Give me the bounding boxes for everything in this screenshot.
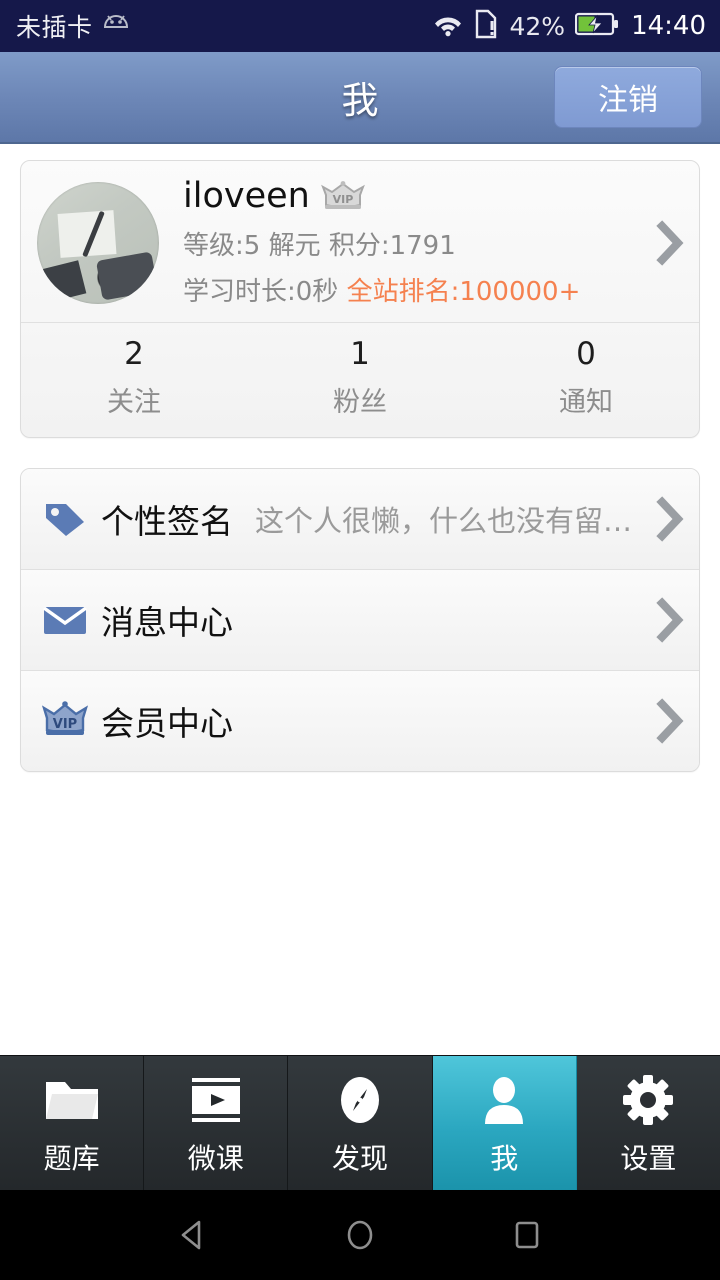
tab-label: 微课 bbox=[187, 1142, 244, 1175]
chevron-right-icon bbox=[655, 698, 685, 744]
menu-item-label: 个性签名 bbox=[101, 501, 233, 541]
page-title: 我 bbox=[341, 79, 379, 122]
tab-me[interactable]: 我 bbox=[432, 1056, 577, 1190]
user-avatar[interactable] bbox=[37, 181, 159, 304]
stat-value: 2 bbox=[124, 336, 144, 373]
envelope-icon bbox=[41, 603, 89, 637]
stat-following[interactable]: 2 关注 bbox=[21, 335, 247, 419]
study-time-label: 学习时长:0秒 bbox=[183, 277, 339, 308]
stat-fans[interactable]: 1 粉丝 bbox=[247, 335, 473, 419]
sim-card-alert-icon bbox=[475, 9, 499, 43]
battery-percent-label: 42% bbox=[509, 11, 566, 41]
recents-square-icon[interactable] bbox=[497, 1205, 557, 1265]
folder-icon bbox=[43, 1069, 101, 1131]
tab-settings[interactable]: 设置 bbox=[577, 1056, 720, 1190]
menu-card: 个性签名 这个人很懒，什么也没有留… 消息中心 VIP 会员中心 bbox=[20, 467, 700, 772]
tab-label: 题库 bbox=[43, 1142, 100, 1175]
tab-label: 发现 bbox=[332, 1142, 389, 1175]
video-icon bbox=[187, 1069, 245, 1131]
gear-icon bbox=[619, 1069, 677, 1131]
compass-icon bbox=[331, 1069, 389, 1131]
stat-label: 通知 bbox=[559, 386, 613, 418]
stat-value: 0 bbox=[576, 336, 596, 373]
stat-label: 粉丝 bbox=[333, 386, 387, 418]
chevron-right-icon bbox=[655, 219, 685, 266]
chevron-right-icon bbox=[655, 496, 685, 542]
profile-study-rank: 学习时长:0秒 全站排名:100000+ bbox=[183, 271, 645, 308]
status-bar-right: 42% 14:40 bbox=[431, 9, 706, 43]
chevron-right-icon bbox=[655, 597, 685, 643]
android-robot-icon bbox=[101, 13, 131, 39]
stats-row: 2 关注 1 粉丝 0 通知 bbox=[21, 323, 699, 437]
menu-item-label: 消息中心 bbox=[101, 602, 233, 642]
tab-label: 设置 bbox=[620, 1142, 677, 1175]
carrier-label: 未插卡 bbox=[16, 13, 93, 42]
tab-question-bank[interactable]: 题库 bbox=[0, 1056, 145, 1190]
main-content: iloveen VIP 等级:5 解元 积分:1791 学习时长:0秒 全站排名… bbox=[0, 144, 720, 772]
tab-discover[interactable]: 发现 bbox=[288, 1056, 433, 1190]
app-header: 我 注销 bbox=[0, 52, 720, 144]
vip-crown-badge-gray-icon: VIP bbox=[320, 180, 366, 213]
android-navigation-bar bbox=[0, 1190, 720, 1280]
username-row: iloveen VIP bbox=[183, 176, 645, 216]
username-label: iloveen bbox=[183, 176, 310, 216]
menu-item-member-center[interactable]: VIP 会员中心 bbox=[21, 670, 699, 771]
site-rank-label: 全站排名:100000+ bbox=[346, 277, 581, 308]
stat-value: 1 bbox=[350, 336, 370, 373]
menu-item-message-center[interactable]: 消息中心 bbox=[21, 569, 699, 670]
profile-level-points: 等级:5 解元 积分:1791 bbox=[183, 231, 456, 262]
svg-text:VIP: VIP bbox=[332, 193, 353, 206]
logout-button[interactable]: 注销 bbox=[554, 66, 702, 128]
back-triangle-icon[interactable] bbox=[163, 1205, 223, 1265]
person-icon bbox=[475, 1069, 533, 1131]
vip-crown-icon: VIP bbox=[41, 701, 89, 741]
profile-info: iloveen VIP 等级:5 解元 积分:1791 学习时长:0秒 全站排名… bbox=[183, 176, 645, 308]
wifi-icon bbox=[431, 10, 465, 42]
stat-notifications[interactable]: 0 通知 bbox=[473, 335, 699, 419]
svg-text:VIP: VIP bbox=[53, 717, 77, 732]
menu-item-value: 这个人很懒，什么也没有留… bbox=[255, 503, 633, 538]
stat-label: 关注 bbox=[107, 386, 161, 418]
bottom-tab-bar: 题库 微课 发现 我 设置 bbox=[0, 1055, 720, 1190]
status-bar-left: 未插卡 bbox=[16, 8, 131, 44]
profile-row[interactable]: iloveen VIP 等级:5 解元 积分:1791 学习时长:0秒 全站排名… bbox=[21, 161, 699, 322]
clock-label: 14:40 bbox=[631, 11, 706, 41]
home-circle-icon[interactable] bbox=[330, 1205, 390, 1265]
profile-card: iloveen VIP 等级:5 解元 积分:1791 学习时长:0秒 全站排名… bbox=[20, 160, 700, 438]
battery-charging-icon bbox=[574, 11, 619, 41]
status-bar: 未插卡 42% 14:40 bbox=[0, 0, 720, 52]
menu-item-label: 会员中心 bbox=[101, 703, 233, 743]
tab-label: 我 bbox=[490, 1142, 519, 1175]
menu-item-signature[interactable]: 个性签名 这个人很懒，什么也没有留… bbox=[21, 468, 699, 569]
tab-micro-course[interactable]: 微课 bbox=[144, 1056, 289, 1190]
tag-icon bbox=[41, 499, 89, 539]
